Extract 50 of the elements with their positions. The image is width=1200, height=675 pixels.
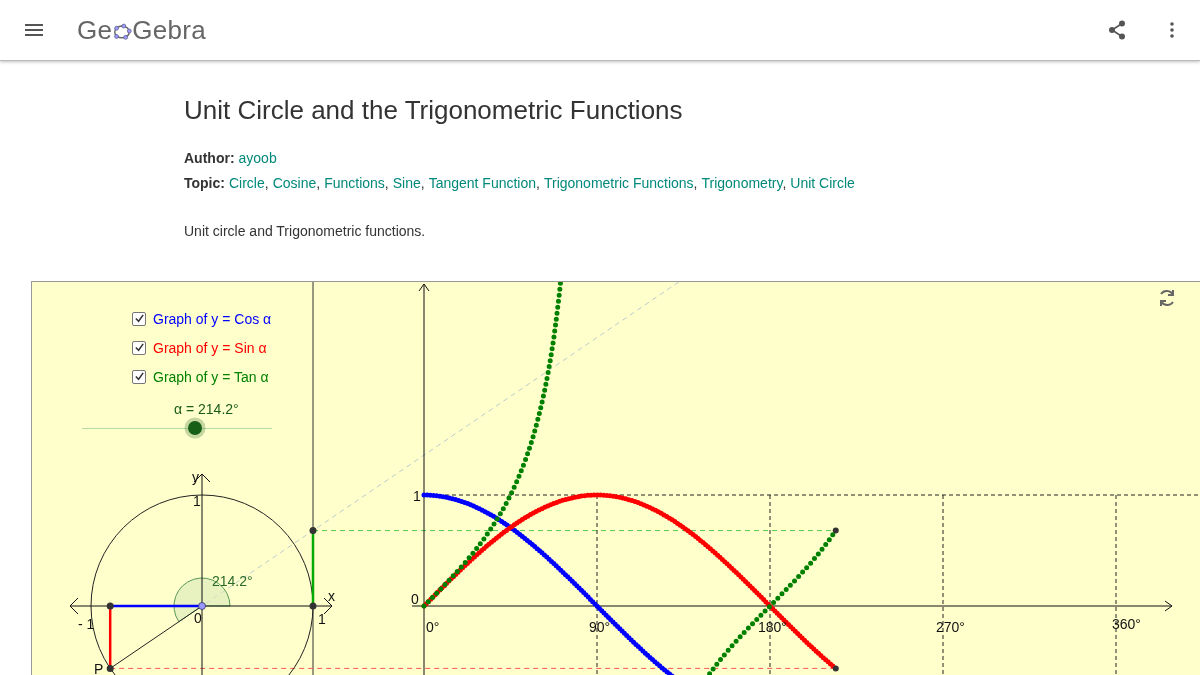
refresh-icon[interactable] [1157,288,1177,308]
author-label: Author: [184,150,235,166]
more-options-icon[interactable] [1170,22,1174,38]
checkbox[interactable] [132,340,146,355]
separator-text: , [536,175,540,191]
axis-label: 0 [194,610,202,626]
separator-text: , [420,175,425,191]
separator-text: , [264,175,269,191]
axis-label: 1 [318,611,326,627]
topic-link[interactable]: Tangent Function [428,175,537,191]
separator-text: , [316,175,321,191]
menu-icon[interactable] [25,24,43,36]
point [832,527,839,534]
axis-label: 270° [936,619,965,635]
axis-label: x [328,588,335,604]
logo-text[interactable]: Ge [77,14,113,46]
topic-link[interactable]: Sine [392,175,421,191]
separator-text: , [384,175,389,191]
axis-label: 0 [411,591,419,607]
slider-thumb[interactable] [188,421,203,435]
slider-value-label: α = 214.2° [174,401,240,417]
topic-link[interactable]: Cosine [272,175,317,191]
checkbox-label[interactable]: Graph of y = Tan α [153,368,269,385]
axis-label: - 1 [78,616,95,632]
axis-label: 214.2° [212,573,253,589]
logo-icon[interactable] [112,21,133,41]
logo-text[interactable]: Gebra [132,14,207,46]
axis-label: 1 [193,493,201,509]
axis-label: 1 [413,488,421,504]
page-title: Unit Circle and the Trigonometric Functions [184,95,684,126]
topic-label: Topic: [184,175,225,191]
checkbox[interactable] [132,311,146,326]
description-text: Unit circle and Trigonometric functions. [184,223,427,239]
axis-label: 360° [1112,616,1141,632]
topic-link[interactable]: Functions [324,175,385,191]
checkbox[interactable] [132,369,146,384]
axis-label: 90° [589,619,611,635]
axis-label: P [94,661,104,675]
point [832,665,839,672]
topic-link[interactable]: Circle [228,175,265,191]
share-icon[interactable] [1108,20,1126,40]
author-link[interactable]: ayoob [238,150,277,166]
checkbox-label[interactable]: Graph of y = Cos α [153,310,272,327]
topic-link[interactable]: Trigonometric Functions [543,175,694,191]
separator-text: , [782,175,787,191]
topic-link[interactable]: Unit Circle [790,175,855,191]
axis-label: 180° [758,619,787,635]
axis-label: 0° [426,619,440,635]
separator-text: , [693,175,698,191]
checkbox-label[interactable]: Graph of y = Sin α [153,339,267,356]
